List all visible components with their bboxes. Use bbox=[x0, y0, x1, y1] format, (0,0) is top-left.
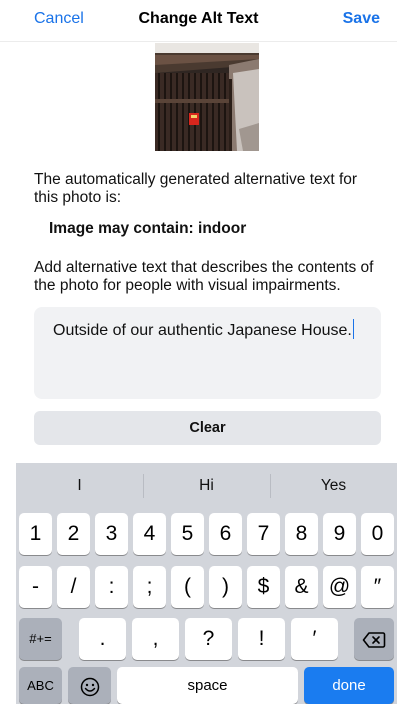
auto-alt-text-value: Image may contain: indoor bbox=[49, 220, 247, 237]
key-ampersand[interactable]: & bbox=[285, 566, 318, 608]
key-2[interactable]: 2 bbox=[57, 513, 90, 555]
delete-backspace-icon bbox=[362, 631, 386, 648]
alt-text-instructions: Add alternative text that describes the … bbox=[34, 259, 374, 294]
suggestion-item[interactable]: Yes bbox=[270, 463, 397, 509]
done-key[interactable]: done bbox=[304, 667, 394, 704]
navigation-bar: Cancel Change Alt Text Save bbox=[0, 0, 397, 42]
key-hyphen[interactable]: - bbox=[19, 566, 52, 608]
key-0[interactable]: 0 bbox=[361, 513, 394, 555]
keyboard: I Hi Yes 1 2 3 4 5 6 7 8 9 0 - / : ; ( )… bbox=[16, 463, 397, 704]
suggestion-bar: I Hi Yes bbox=[16, 463, 397, 509]
suggestion-item[interactable]: Hi bbox=[143, 463, 270, 509]
symbols-mode-key[interactable]: #+= bbox=[19, 618, 62, 660]
photo-image bbox=[155, 43, 259, 151]
key-exclamation[interactable]: ! bbox=[238, 618, 285, 660]
emoji-key[interactable] bbox=[68, 667, 111, 704]
key-9[interactable]: 9 bbox=[323, 513, 356, 555]
key-dollar[interactable]: $ bbox=[247, 566, 280, 608]
text-caret bbox=[352, 319, 355, 339]
space-key[interactable]: space bbox=[117, 667, 298, 704]
clear-button[interactable]: Clear bbox=[34, 411, 381, 445]
emoji-icon bbox=[80, 677, 99, 696]
delete-key[interactable] bbox=[354, 618, 394, 660]
key-3[interactable]: 3 bbox=[95, 513, 128, 555]
key-1[interactable]: 1 bbox=[19, 513, 52, 555]
key-double-quote[interactable]: ″ bbox=[361, 566, 394, 608]
key-open-paren[interactable]: ( bbox=[171, 566, 204, 608]
key-4[interactable]: 4 bbox=[133, 513, 166, 555]
key-comma[interactable]: , bbox=[132, 618, 179, 660]
abc-mode-key[interactable]: ABC bbox=[19, 667, 62, 704]
auto-alt-text-intro: The automatically generated alternative … bbox=[34, 171, 358, 206]
save-button[interactable]: Save bbox=[343, 10, 380, 28]
key-6[interactable]: 6 bbox=[209, 513, 242, 555]
key-period[interactable]: . bbox=[79, 618, 126, 660]
key-question[interactable]: ? bbox=[185, 618, 232, 660]
alt-text-value: Outside of our authentic Japanese House. bbox=[53, 322, 352, 339]
key-5[interactable]: 5 bbox=[171, 513, 204, 555]
suggestion-item[interactable]: I bbox=[16, 463, 143, 509]
page-title: Change Alt Text bbox=[138, 10, 259, 27]
key-at[interactable]: @ bbox=[323, 566, 356, 608]
key-slash[interactable]: / bbox=[57, 566, 90, 608]
key-colon[interactable]: : bbox=[95, 566, 128, 608]
key-7[interactable]: 7 bbox=[247, 513, 280, 555]
key-apostrophe[interactable]: ′ bbox=[291, 618, 338, 660]
photo-thumbnail bbox=[155, 43, 259, 151]
key-semicolon[interactable]: ; bbox=[133, 566, 166, 608]
key-8[interactable]: 8 bbox=[285, 513, 318, 555]
alt-text-input[interactable]: Outside of our authentic Japanese House. bbox=[34, 307, 381, 399]
key-close-paren[interactable]: ) bbox=[209, 566, 242, 608]
